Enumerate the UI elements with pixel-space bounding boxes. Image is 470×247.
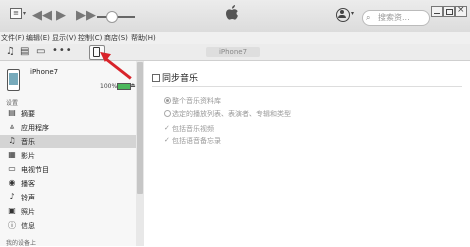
- entire-library-label: 整个音乐资料库: [172, 97, 221, 105]
- sidebar-item-label: 影片: [21, 152, 35, 160]
- include-videos-label: 包括音乐视频: [172, 125, 214, 133]
- apple-logo-icon: [226, 5, 238, 20]
- iphone-icon: [7, 69, 20, 91]
- sidebar-item-tv-shows[interactable]: ▭ 电视节目: [0, 163, 136, 176]
- next-track-icon[interactable]: ▶▶: [76, 9, 96, 23]
- more-icon[interactable]: •••: [52, 44, 73, 58]
- battery-percent: 100%: [100, 83, 118, 90]
- menu-control[interactable]: 控制(C): [78, 33, 102, 43]
- settings-section-header: 设置: [6, 100, 19, 107]
- play-icon[interactable]: ▶: [56, 9, 66, 23]
- photo-icon: ▣: [8, 206, 16, 215]
- account-icon-body: [338, 15, 346, 18]
- sidebar-item-label: 音乐: [21, 138, 35, 146]
- maximize-button[interactable]: [443, 6, 455, 17]
- sidebar-item-label: 信息: [21, 222, 35, 230]
- divider: [152, 86, 462, 87]
- sidebar-item-movies[interactable]: ▦ 影片: [0, 149, 136, 162]
- menu-view[interactable]: 显示(V): [52, 33, 76, 43]
- chevron-down-icon[interactable]: ▾: [23, 10, 26, 17]
- sync-music-checkbox[interactable]: [152, 74, 160, 82]
- sidebar-item-apps[interactable]: ⩓ 应用程序: [0, 121, 136, 134]
- sidebar-item-summary[interactable]: ▤ 摘要: [0, 107, 136, 120]
- sidebar-item-info[interactable]: ⓘ 信息: [0, 219, 136, 232]
- include-voice-memos-checkbox[interactable]: ✓: [164, 137, 170, 144]
- sidebar-item-photos[interactable]: ▣ 照片: [0, 205, 136, 218]
- menu-edit[interactable]: 编辑(E): [26, 33, 50, 43]
- bell-icon: ♪: [9, 192, 15, 201]
- film-icon[interactable]: ▤: [20, 45, 29, 59]
- podcast-icon: ◉: [8, 178, 16, 187]
- menu-help[interactable]: 帮助(H): [131, 33, 156, 43]
- sidebar-item-label: 电视节目: [21, 166, 49, 174]
- summary-icon: ▤: [8, 108, 16, 117]
- search-icon: ⌕: [366, 13, 371, 22]
- eject-icon[interactable]: ⏏: [130, 82, 136, 89]
- search-placeholder: 搜索资...: [378, 13, 410, 22]
- sidebar-item-label: 铃声: [21, 194, 35, 202]
- previous-track-icon[interactable]: ◀◀: [32, 9, 52, 23]
- sidebar-item-label: 播客: [21, 180, 35, 188]
- battery-level: [118, 84, 130, 89]
- sidebar-scroll-thumb[interactable]: [137, 62, 143, 194]
- sidebar-item-podcasts[interactable]: ◉ 播客: [0, 177, 136, 190]
- menu-file[interactable]: 文件(F): [1, 33, 25, 43]
- chevron-down-icon[interactable]: ▾: [351, 10, 354, 17]
- main-panel: [144, 61, 470, 246]
- selected-playlists-radio[interactable]: [164, 110, 171, 117]
- selected-playlists-label: 选定的播放列表、表演者、专辑和类型: [172, 110, 291, 118]
- info-icon: ⓘ: [8, 221, 16, 230]
- account-icon-head: [340, 10, 344, 14]
- breadcrumb: iPhone7: [206, 47, 260, 57]
- menu-store[interactable]: 商店(S): [104, 33, 128, 43]
- minimize-button[interactable]: [431, 6, 443, 17]
- music-note-icon[interactable]: ♫: [6, 45, 15, 59]
- include-voice-memos-label: 包括语音备忘录: [172, 137, 221, 145]
- tv-icon: ▭: [8, 164, 16, 173]
- menu-bar: 文件(F) 编辑(E) 显示(V) 控制(C) 商店(S) 帮助(H): [0, 32, 470, 44]
- film-icon: ▦: [8, 150, 16, 159]
- volume-slider-knob[interactable]: [106, 11, 118, 23]
- sidebar-item-tones[interactable]: ♪ 铃声: [0, 191, 136, 204]
- music-note-icon: ♫: [8, 136, 16, 145]
- sidebar-item-music[interactable]: ♫ 音乐: [0, 135, 136, 148]
- apps-icon: ⩓: [9, 122, 15, 131]
- sidebar-item-label: 摘要: [21, 110, 35, 118]
- sidebar-item-label: 应用程序: [21, 124, 49, 132]
- sidebar-item-label: 照片: [21, 208, 35, 216]
- device-name: iPhone7: [30, 68, 59, 76]
- close-button[interactable]: [455, 5, 467, 17]
- tv-icon[interactable]: ▭: [36, 45, 45, 59]
- include-videos-checkbox[interactable]: ✓: [164, 125, 170, 132]
- sync-music-title: 同步音乐: [162, 74, 199, 84]
- entire-library-radio[interactable]: [164, 97, 171, 104]
- menu-box-icon[interactable]: ≡: [10, 8, 22, 19]
